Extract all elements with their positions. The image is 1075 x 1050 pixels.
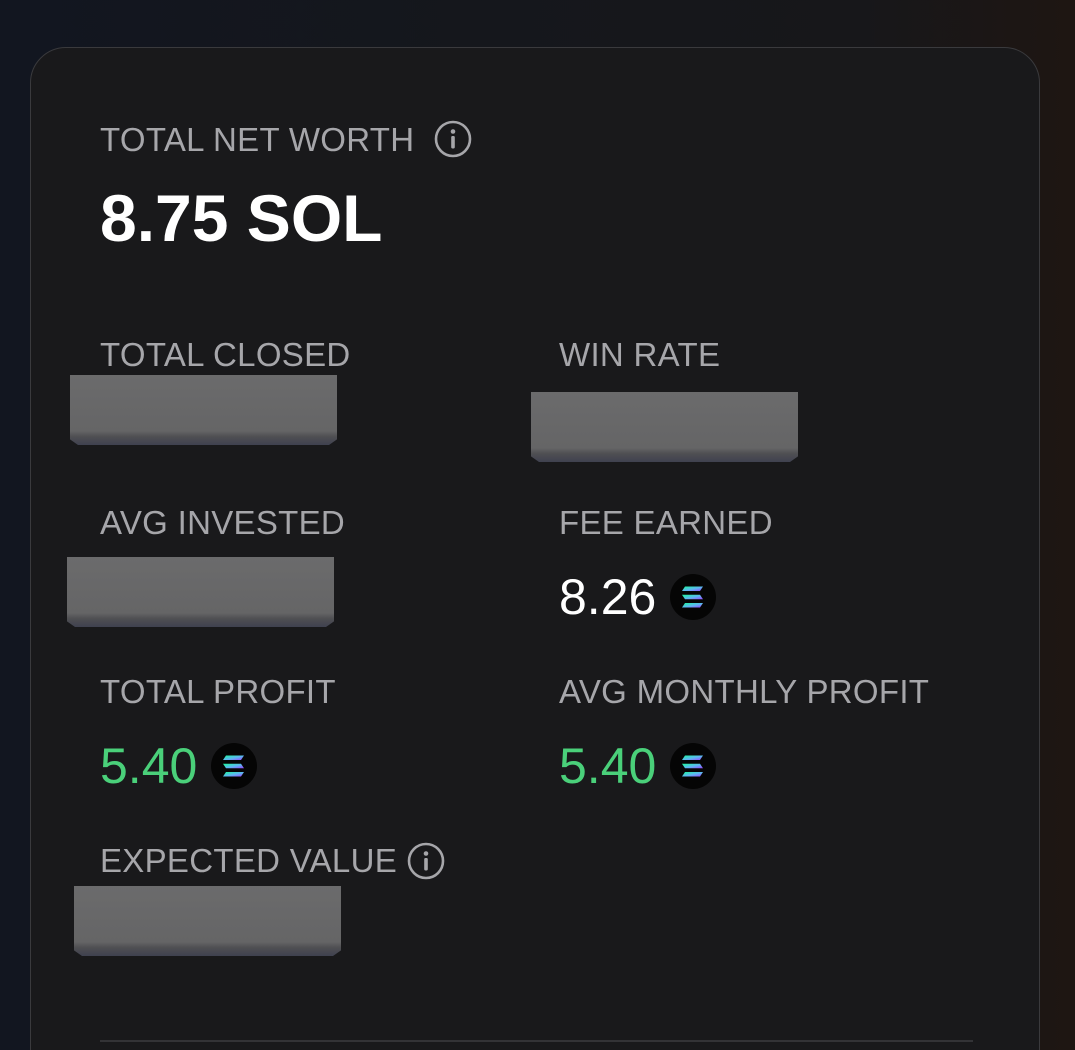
win-rate-redacted-value (531, 392, 798, 462)
total-closed-label: TOTAL CLOSED (100, 336, 351, 373)
avg-invested-redacted-value (67, 557, 334, 627)
total-profit-value: 5.40 (100, 738, 198, 794)
solana-icon (211, 743, 257, 789)
win-rate-label: WIN RATE (559, 336, 721, 373)
stats-card: TOTAL NET WORTH 8.75 SOL TOTAL CLOSED WI… (30, 47, 1040, 1050)
avg-invested-label: AVG INVESTED (100, 504, 346, 541)
expected-value-label: EXPECTED VALUE (100, 842, 398, 879)
avg-monthly-profit-label: AVG MONTHLY PROFIT (559, 673, 930, 710)
divider (100, 1040, 973, 1042)
net-worth-label: TOTAL NET WORTH (100, 121, 415, 158)
fee-earned-label: FEE EARNED (559, 504, 773, 541)
fee-earned-value: 8.26 (559, 569, 657, 625)
expected-value-redacted-value (74, 886, 341, 956)
info-icon[interactable] (434, 120, 472, 158)
solana-icon (670, 574, 716, 620)
total-profit-row: 5.40 (100, 741, 257, 791)
total-closed-redacted-value (70, 375, 337, 445)
fee-earned-row: 8.26 (559, 572, 716, 622)
avg-monthly-profit-row: 5.40 (559, 741, 716, 791)
info-icon[interactable] (407, 842, 445, 880)
total-profit-label: TOTAL PROFIT (100, 673, 336, 710)
solana-icon (670, 743, 716, 789)
avg-monthly-profit-value: 5.40 (559, 738, 657, 794)
net-worth-value: 8.75 SOL (100, 181, 383, 255)
